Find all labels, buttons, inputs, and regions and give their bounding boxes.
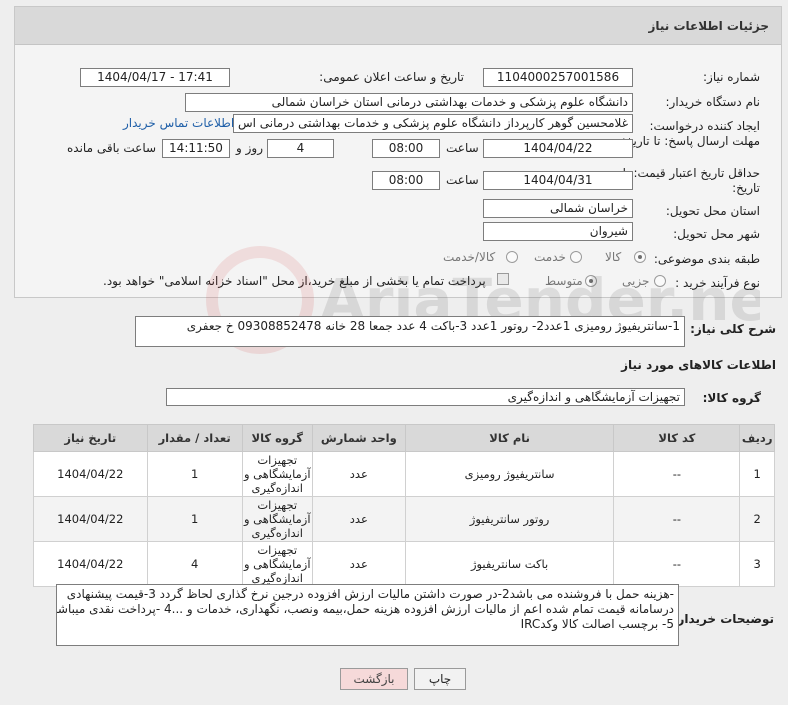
- need-number-field[interactable]: 1104000257001586: [483, 68, 633, 87]
- cell-row-number: 2: [739, 496, 775, 542]
- cell-name: باکت سانتریفیوژ: [404, 541, 615, 587]
- table-row: 1 -- سانتریفیوژ رومیزی عدد تجهیزات آزمای…: [33, 451, 775, 497]
- cell-quantity: 4: [146, 541, 243, 587]
- cell-name: روتور سانتریفیوژ: [404, 496, 615, 542]
- table-row: 3 -- باکت سانتریفیوژ عدد تجهیزات آزمایشگ…: [33, 541, 775, 587]
- buyer-org-label: نام دستگاه خریدار:: [665, 95, 761, 109]
- col-header-group: گروه کالا: [241, 424, 313, 452]
- buyer-notes-line-3: 5- برچسب اصالت کالا وکدIRC: [520, 617, 674, 631]
- cell-need-date: 1404/04/22: [33, 541, 148, 587]
- buyer-notes-label: توضیحات خریدار:: [672, 612, 774, 626]
- days-label: روز و: [236, 141, 263, 155]
- price-time-label: ساعت: [446, 173, 479, 187]
- buyer-contact-link[interactable]: اطلاعات تماس خریدار: [123, 116, 234, 130]
- goods-section-title: اطلاعات کالاهای مورد نیاز: [621, 358, 776, 372]
- cell-unit: عدد: [311, 451, 406, 497]
- cell-row-number: 3: [739, 541, 775, 587]
- cell-unit: عدد: [311, 496, 406, 542]
- goods-table: ردیف کد کالا نام کالا واحد شمارش گروه کا…: [33, 424, 775, 587]
- city-label: شهر محل تحویل:: [673, 227, 760, 241]
- announce-date-label: تاریخ و ساعت اعلان عمومی:: [319, 70, 464, 84]
- category-radio-goods[interactable]: [634, 251, 646, 263]
- cell-need-date: 1404/04/22: [33, 496, 148, 542]
- remaining-time-label: ساعت باقی مانده: [67, 141, 157, 155]
- goods-group-label: گروه کالا:: [702, 391, 761, 405]
- announce-date-field[interactable]: 1404/04/17 - 17:41: [80, 68, 230, 87]
- col-header-need-date: تاریخ نیاز: [33, 424, 148, 452]
- send-time-label: ساعت: [446, 141, 479, 155]
- remaining-time-field[interactable]: 14:11:50: [162, 139, 230, 158]
- send-time-field[interactable]: 08:00: [372, 139, 440, 158]
- process-option-minor: جزیی: [622, 274, 650, 288]
- cell-name: سانتریفیوژ رومیزی: [404, 451, 615, 497]
- category-option-service: خدمت: [534, 250, 566, 264]
- category-label: طبقه بندی موضوعی:: [653, 252, 760, 266]
- process-label: نوع فرآیند خرید :: [675, 276, 760, 290]
- send-deadline-label: مهلت ارسال پاسخ: تا تاریخ:: [621, 134, 760, 148]
- category-radio-goods-service[interactable]: [506, 251, 518, 263]
- col-header-code: کد کالا: [613, 424, 741, 452]
- cell-group: تجهیزات آزمایشگاهی و اندازه‌گیری: [241, 451, 313, 497]
- back-button[interactable]: بازگشت: [340, 668, 408, 690]
- cell-quantity: 1: [146, 451, 243, 497]
- col-header-row-number: ردیف: [739, 424, 775, 452]
- cell-group: تجهیزات آزمایشگاهی و اندازه‌گیری: [241, 541, 313, 587]
- cell-code: --: [613, 451, 741, 497]
- cell-code: --: [613, 496, 741, 542]
- days-field[interactable]: 4: [267, 139, 334, 158]
- buyer-notes-line-1: -هزینه حمل با فروشنده می باشد2-در صورت د…: [66, 587, 674, 601]
- table-row: 2 -- روتور سانتریفیوژ عدد تجهیزات آزمایش…: [33, 496, 775, 542]
- category-option-goods: کالا: [605, 250, 622, 264]
- col-header-name: نام کالا: [404, 424, 615, 452]
- price-date-field[interactable]: 1404/04/31: [483, 171, 633, 190]
- price-time-field[interactable]: 08:00: [372, 171, 440, 190]
- col-header-quantity: تعداد / مقدار: [146, 424, 243, 452]
- process-radio-minor[interactable]: [654, 275, 666, 287]
- process-radio-medium[interactable]: [585, 275, 597, 287]
- category-option-goods-service: کالا/خدمت: [443, 250, 496, 264]
- table-header-row: ردیف کد کالا نام کالا واحد شمارش گروه کا…: [33, 424, 775, 452]
- province-field[interactable]: خراسان شمالی: [483, 199, 633, 218]
- send-date-field[interactable]: 1404/04/22: [483, 139, 633, 158]
- treasury-payment-note: پرداخت تمام یا بخشی از مبلغ خرید،از محل …: [103, 274, 486, 288]
- print-button[interactable]: چاپ: [414, 668, 466, 690]
- category-radio-service[interactable]: [570, 251, 582, 263]
- cell-unit: عدد: [311, 541, 406, 587]
- creator-field[interactable]: غلامحسین گوهر کارپرداز دانشگاه علوم پزشک…: [233, 114, 633, 133]
- buyer-notes-field[interactable]: -هزینه حمل با فروشنده می باشد2-در صورت د…: [56, 584, 679, 646]
- goods-group-field[interactable]: تجهیزات آزمایشگاهی و اندازه‌گیری: [166, 388, 685, 406]
- buyer-org-field[interactable]: دانشگاه علوم پزشکی و خدمات بهداشتی درمان…: [185, 93, 633, 112]
- process-option-medium: متوسط: [545, 274, 583, 288]
- cell-row-number: 1: [739, 451, 775, 497]
- need-number-label: شماره نیاز:: [703, 70, 760, 84]
- cell-code: --: [613, 541, 741, 587]
- description-field[interactable]: 1-سانتریفیوژ رومیزی 1عدد2- روتور 1عدد 3-…: [135, 316, 685, 347]
- cell-quantity: 1: [146, 496, 243, 542]
- cell-need-date: 1404/04/22: [33, 451, 148, 497]
- col-header-unit: واحد شمارش: [311, 424, 406, 452]
- province-label: استان محل تحویل:: [665, 204, 760, 218]
- cell-group: تجهیزات آزمایشگاهی و اندازه‌گیری: [241, 496, 313, 542]
- panel-title: جزئیات اطلاعات نیاز: [15, 7, 781, 45]
- city-field[interactable]: شیروان: [483, 222, 633, 241]
- description-label: شرح کلی نیاز:: [690, 322, 776, 336]
- buyer-notes-line-2: درسامانه قیمت تمام شده اعم از مالیات ارز…: [56, 602, 674, 616]
- treasury-payment-checkbox[interactable]: [497, 273, 509, 285]
- creator-label: ایجاد کننده درخواست:: [649, 119, 760, 133]
